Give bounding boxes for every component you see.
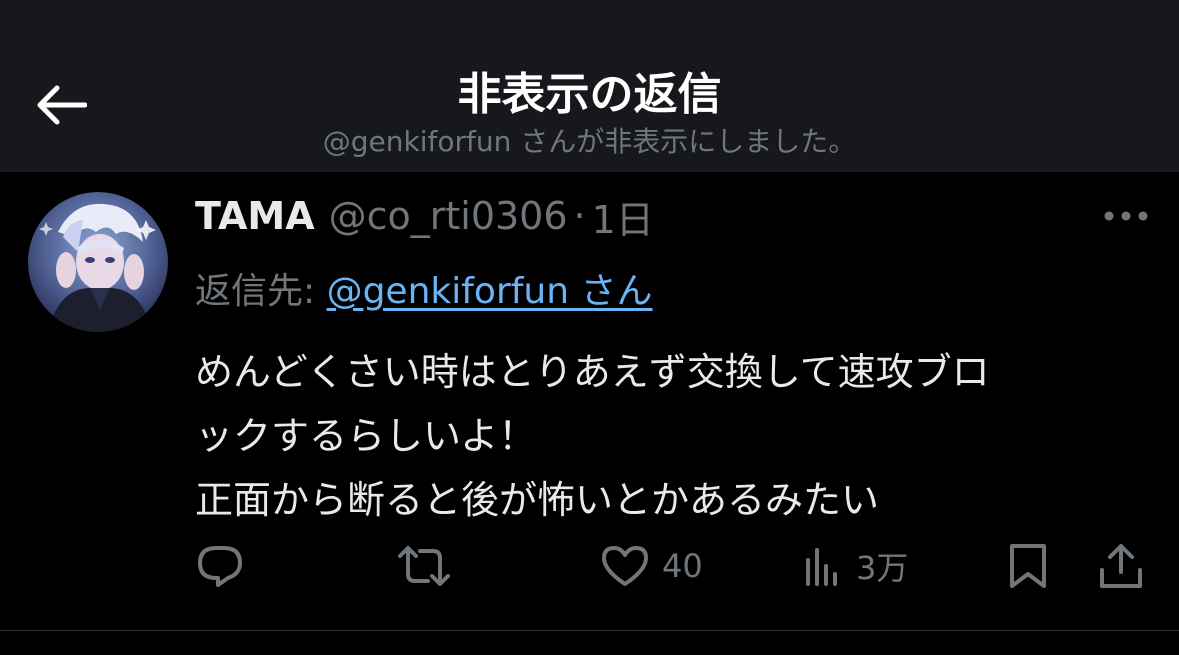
page-title: 非表示の返信 bbox=[457, 69, 722, 120]
retweet-button[interactable] bbox=[396, 538, 452, 594]
hidden-replies-header: 非表示の返信 @genkiforfun さんが非表示にしました。 bbox=[0, 0, 1179, 172]
separator-dot: · bbox=[573, 194, 586, 238]
reply-context: 返信先: @genkiforfun さん bbox=[195, 262, 653, 314]
more-options-button[interactable] bbox=[1098, 196, 1154, 236]
analytics-icon bbox=[806, 548, 837, 586]
avatar-image bbox=[28, 192, 168, 332]
views-button[interactable]: 3万 bbox=[804, 538, 908, 594]
bookmark-icon bbox=[1010, 544, 1046, 588]
tweet-action-bar: 40 3万 bbox=[0, 538, 1179, 594]
like-button[interactable]: 40 bbox=[600, 538, 703, 594]
bookmark-button[interactable] bbox=[1008, 538, 1048, 594]
retweet-icon bbox=[398, 546, 450, 586]
page-subtitle: @genkiforfun さんが非表示にしました。 bbox=[322, 125, 857, 158]
like-count: 40 bbox=[662, 547, 703, 585]
author-name[interactable]: TAMA bbox=[195, 194, 315, 238]
tweet-text-line: めんどくさい時はとりあえず交換して速攻ブロ bbox=[195, 350, 990, 394]
share-button[interactable] bbox=[1098, 538, 1144, 594]
tweet-header: TAMA @co_rti0306 · 1日 bbox=[195, 190, 654, 242]
reply-to-label: 返信先: bbox=[195, 271, 327, 312]
author-handle[interactable]: @co_rti0306 bbox=[329, 194, 568, 238]
tweet-text: めんどくさい時はとりあえず交換して速攻ブロ ックするらしいよ！ 正面から断ると後… bbox=[195, 340, 1155, 532]
avatar[interactable] bbox=[28, 192, 168, 332]
views-count: 3万 bbox=[856, 549, 909, 587]
reply-to-link[interactable]: @genkiforfun さん bbox=[327, 271, 653, 312]
divider bbox=[0, 630, 1179, 631]
share-icon bbox=[1100, 544, 1142, 588]
reply-icon bbox=[198, 546, 242, 587]
tweet-text-line: ックするらしいよ！ bbox=[195, 414, 537, 458]
tweet-text-line: 正面から断ると後が怖いとかあるみたい bbox=[195, 478, 880, 522]
more-horizontal-icon bbox=[1104, 211, 1148, 221]
heart-icon bbox=[602, 546, 648, 586]
tweet-timestamp[interactable]: 1日 bbox=[592, 189, 654, 244]
reply-button[interactable] bbox=[196, 538, 244, 594]
